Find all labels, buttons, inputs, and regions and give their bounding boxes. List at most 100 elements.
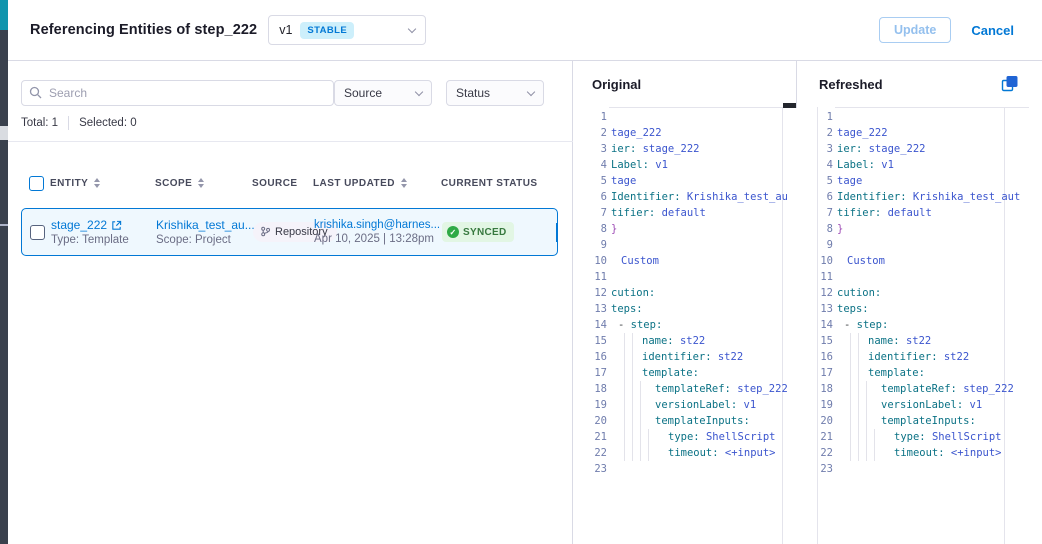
total-count: Total: 1	[21, 117, 58, 129]
line-number: 23	[581, 461, 607, 477]
code-line: name: st22	[837, 333, 1029, 349]
code-line: tage_222	[837, 125, 1029, 141]
code-text: Custom	[621, 253, 659, 269]
background-sidebar-teal-segment	[0, 0, 8, 30]
line-number: 8	[581, 221, 607, 237]
code-text: template:	[642, 365, 699, 381]
updated-by-link[interactable]: krishika.singh@harnes...	[314, 219, 442, 231]
token-brace: }	[837, 223, 843, 235]
original-panel-title: Original	[592, 77, 641, 92]
check-circle-icon: ✓	[447, 226, 459, 238]
token-val: stage_222	[643, 143, 700, 155]
code-text: identifier: st22	[642, 349, 743, 365]
token-val: Krishika_test_aut	[913, 191, 1020, 203]
entity-link[interactable]: stage_222	[51, 218, 107, 232]
indent-guide	[858, 445, 859, 461]
code-line: Identifier: Krishika_test_aut	[837, 189, 1029, 205]
row-checkbox[interactable]	[30, 225, 45, 240]
background-sidebar-strip	[0, 0, 8, 544]
column-header-source: SOURCE	[252, 178, 313, 189]
indent-guide	[850, 349, 851, 365]
chevron-right-icon[interactable]	[556, 223, 558, 242]
token-key: templateInputs:	[881, 415, 976, 427]
entity-cell: stage_222 Type: Template	[51, 218, 156, 246]
line-number: 6	[807, 189, 833, 205]
source-filter-select[interactable]: Source	[334, 80, 432, 106]
line-number: 13	[807, 301, 833, 317]
line-number: 6	[581, 189, 607, 205]
line-number: 2	[581, 125, 607, 141]
token-val: st22	[944, 351, 969, 363]
token-brace: }	[611, 223, 617, 235]
section-divider	[8, 141, 573, 142]
horizontal-scrollbar-thumb[interactable]	[783, 103, 796, 108]
token-val: default	[888, 207, 932, 219]
source-cell: Repository	[253, 222, 314, 243]
column-header-last-updated[interactable]: LAST UPDATED	[313, 178, 441, 189]
token-val: Custom	[847, 255, 885, 267]
scope-link[interactable]: Krishika_test_au...	[156, 218, 255, 232]
line-number: 5	[581, 173, 607, 189]
status-filter-select[interactable]: Status	[446, 80, 544, 106]
indent-guide	[850, 445, 851, 461]
table-row[interactable]: stage_222 Type: Template Krishika_test_a…	[21, 208, 558, 256]
background-sidebar-divider	[0, 224, 8, 226]
token-key: template:	[642, 367, 699, 379]
indent-guide	[850, 413, 851, 429]
line-number: 19	[807, 397, 833, 413]
token-key: templateRef:	[881, 383, 963, 395]
token-val: v1	[744, 399, 757, 411]
copy-icon[interactable]	[1001, 75, 1019, 93]
line-number: 17	[581, 365, 607, 381]
indent-guide	[866, 381, 867, 397]
code-text: cution:	[611, 285, 655, 301]
code-text: versionLabel: v1	[881, 397, 982, 413]
indent-guide	[632, 413, 633, 429]
sort-icon[interactable]	[401, 178, 407, 188]
token-key: templateRef:	[655, 383, 737, 395]
token-key: Label:	[837, 159, 881, 171]
stable-badge: STABLE	[300, 22, 354, 39]
token-key: Identifier:	[837, 191, 913, 203]
line-number: 23	[807, 461, 833, 477]
code-line: }	[611, 221, 787, 237]
version-select[interactable]: v1 STABLE	[268, 15, 426, 45]
column-header-current-status: CURRENT STATUS	[441, 178, 541, 189]
code-text: ier: stage_222	[837, 141, 926, 157]
line-number: 16	[581, 349, 607, 365]
code-text: identifier: st22	[868, 349, 969, 365]
token-key: timeout:	[668, 447, 725, 459]
code-line: Label: v1	[837, 157, 1029, 173]
line-number: 3	[807, 141, 833, 157]
cancel-button[interactable]: Cancel	[971, 23, 1014, 38]
indent-guide	[866, 413, 867, 429]
token-key: ier:	[611, 143, 643, 155]
external-link-icon[interactable]	[111, 220, 122, 231]
scope-cell: Krishika_test_au... Scope: Project	[156, 218, 253, 246]
line-number: 19	[581, 397, 607, 413]
status-filter-label: Status	[456, 86, 490, 100]
line-number: 15	[581, 333, 607, 349]
code-text: - step:	[844, 317, 888, 333]
line-number: 12	[581, 285, 607, 301]
indent-guide	[640, 429, 641, 445]
token-val: tage	[611, 175, 636, 187]
sort-icon[interactable]	[198, 178, 204, 188]
indent-guide	[850, 397, 851, 413]
token-key: cution:	[611, 287, 655, 299]
search-input[interactable]	[21, 80, 334, 106]
select-all-checkbox[interactable]	[29, 176, 44, 191]
token-val: st22	[906, 335, 931, 347]
column-header-scope[interactable]: SCOPE	[155, 178, 252, 189]
update-button[interactable]: Update	[879, 17, 951, 43]
code-text: }	[611, 221, 617, 237]
code-line	[837, 237, 1029, 253]
code-line: name: st22	[611, 333, 787, 349]
token-val: v1	[881, 159, 894, 171]
code-text: Identifier: Krishika_test_aut	[611, 189, 787, 205]
indent-guide	[624, 333, 625, 349]
sort-icon[interactable]	[94, 178, 100, 188]
code-line: - step:	[837, 317, 1029, 333]
indent-guide	[858, 413, 859, 429]
column-header-entity[interactable]: ENTITY	[50, 178, 155, 189]
